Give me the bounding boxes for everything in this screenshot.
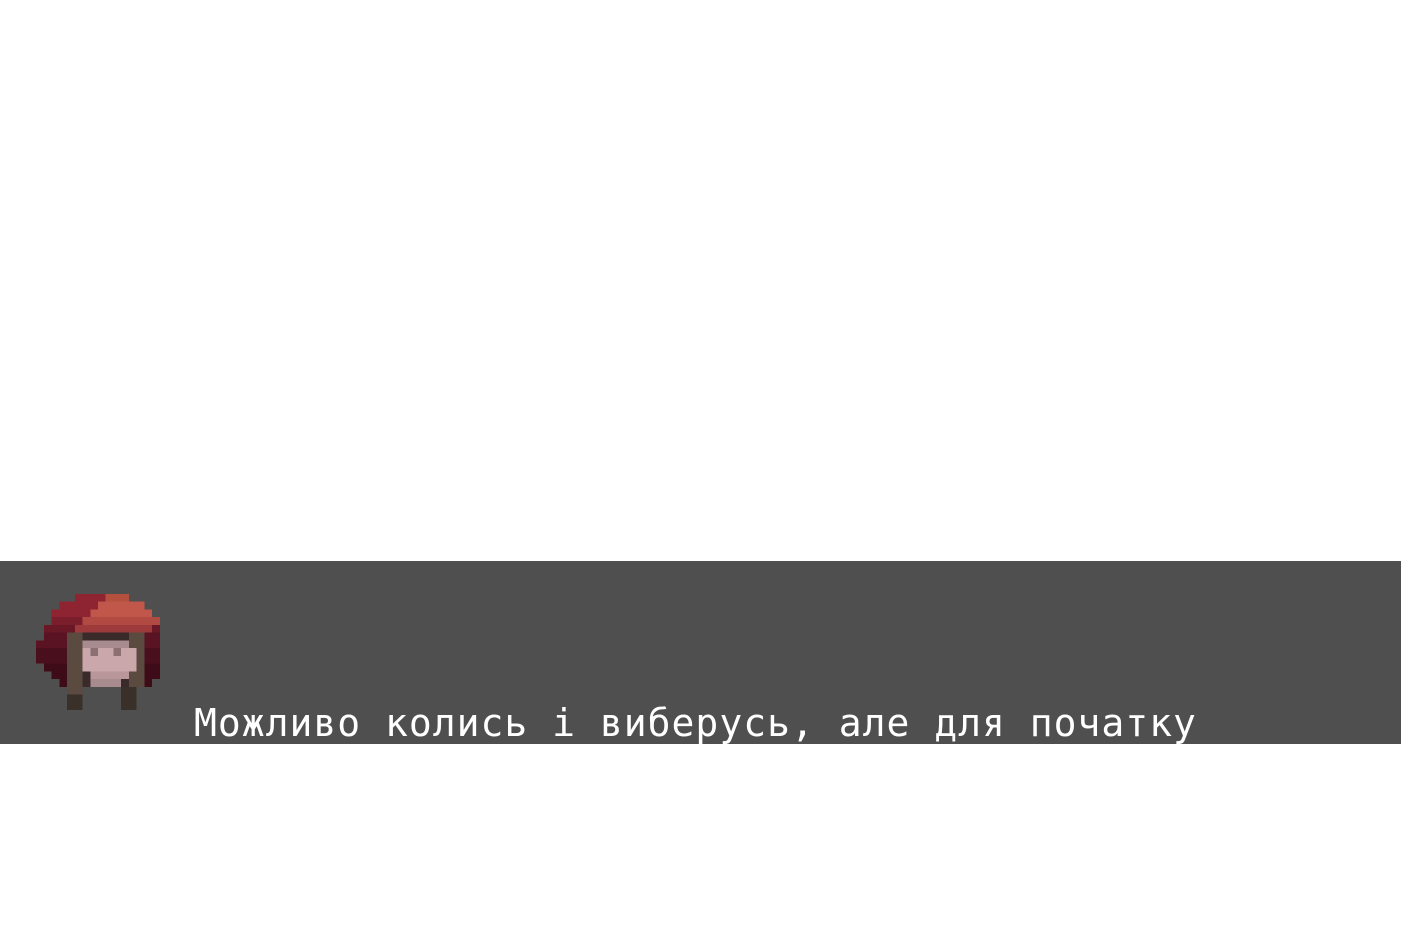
dialog-text: Можливо колись і виберусь, але для почат… bbox=[194, 606, 1374, 935]
dialog-line-2: його потрібно було б стабілізувати... bbox=[194, 842, 1078, 886]
game-scene bbox=[0, 0, 1401, 561]
character-portrait-icon bbox=[34, 594, 162, 710]
dialog-line-1: Можливо колись і виберусь, але для почат… bbox=[194, 701, 1197, 745]
